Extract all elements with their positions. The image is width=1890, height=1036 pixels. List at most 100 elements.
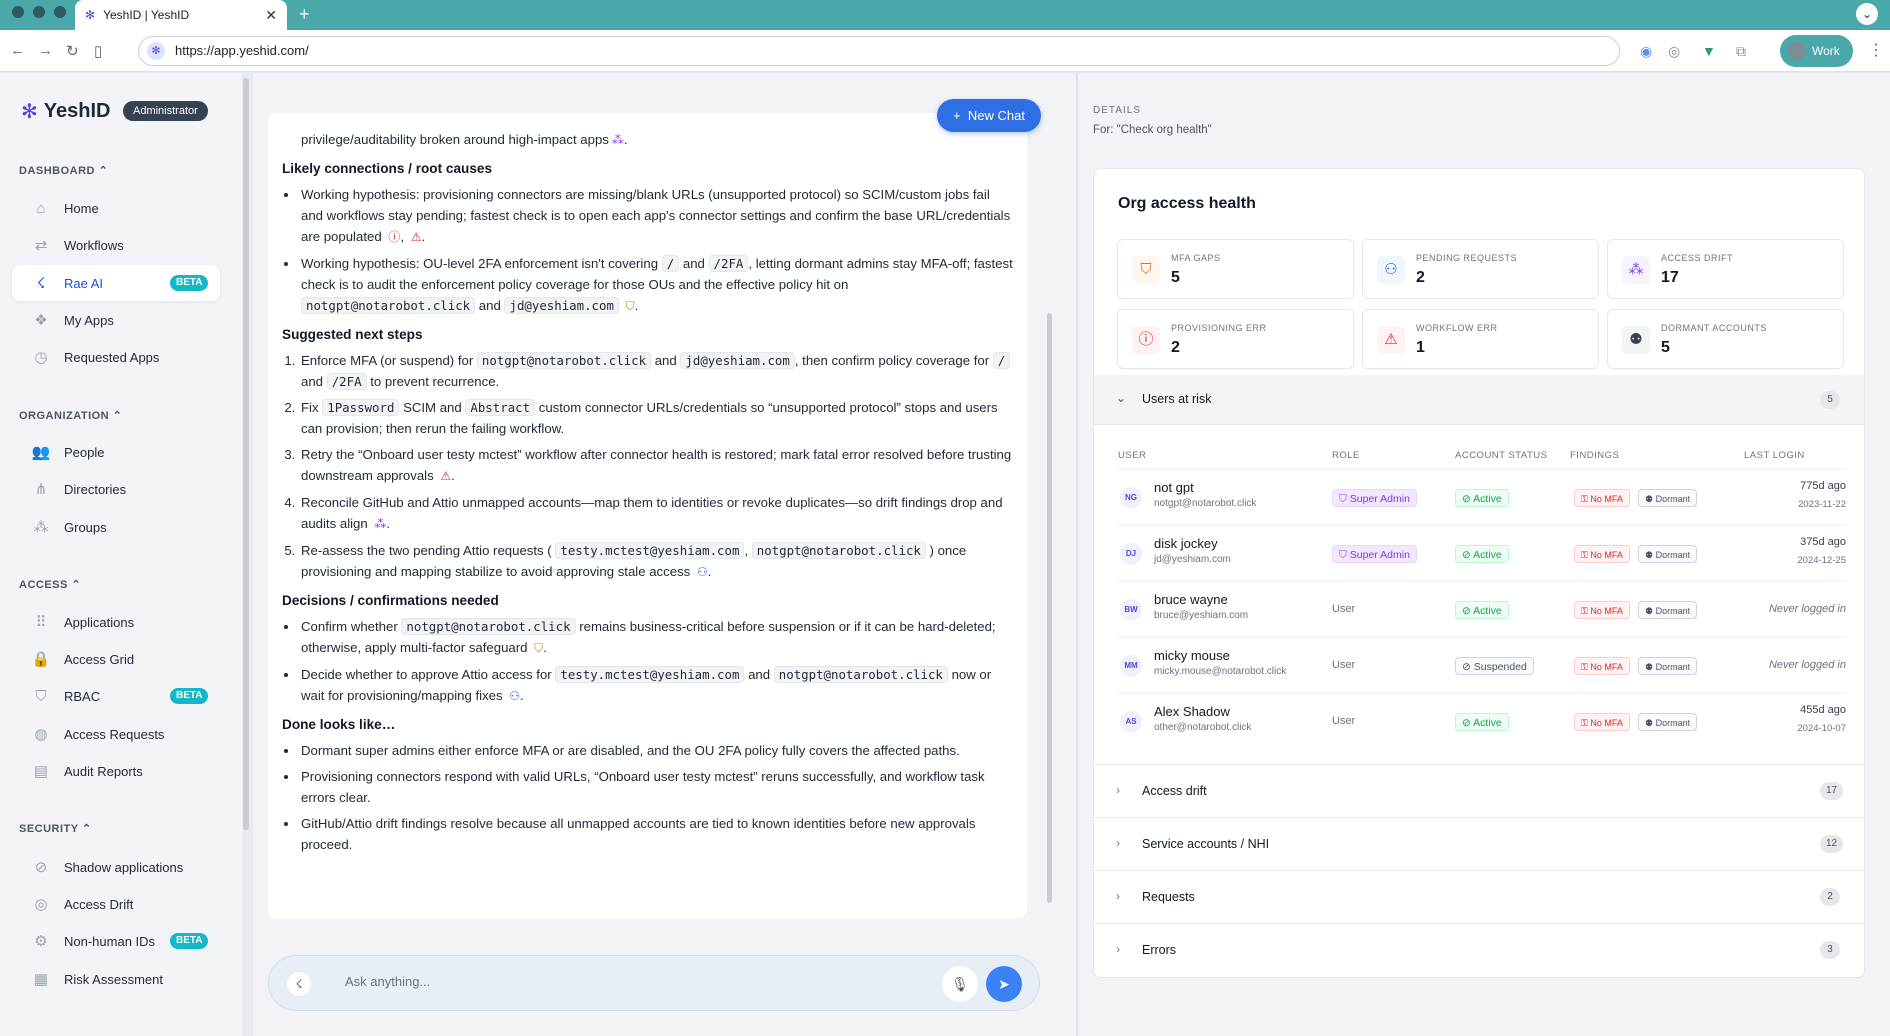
sidebar-item-audit-reports[interactable]: ▤ Audit Reports [12, 753, 220, 789]
finding-badge: ⚿ No MFA [1574, 601, 1630, 619]
home-icon: ⌂ [36, 199, 46, 217]
sidebar-item-access-drift[interactable]: ◎ Access Drift [12, 886, 220, 922]
camera-icon[interactable]: ◎ [1668, 43, 1680, 60]
puzzle-icon[interactable]: ⧉ [1736, 43, 1746, 60]
sidebar-item-groups[interactable]: ⁂ Groups [12, 509, 220, 545]
sidebar-item-non-human-ids[interactable]: ⚙ Non-human IDs BETA [12, 923, 220, 959]
finding-badge: ⚿ No MFA [1574, 713, 1630, 731]
finding-badge: ⚿ No MFA [1574, 657, 1630, 675]
stat-mfa-gaps[interactable]: ⛉ MFA GAPS 5 [1117, 239, 1354, 299]
avatar: MM [1120, 655, 1142, 677]
table-row[interactable]: AS Alex Shadow other@notarobot.click Use… [1118, 692, 1846, 748]
user-off-icon: ⚉ [1622, 326, 1650, 354]
sidebar-item-applications[interactable]: ⠿ Applications [12, 604, 220, 640]
details-panel: DETAILS For: "Check org health" Org acce… [1078, 73, 1890, 1036]
table-row[interactable]: BW bruce wayne bruce@yeshiam.com User ⊘ … [1118, 580, 1846, 636]
stat-dormant-accounts[interactable]: ⚉ DORMANT ACCOUNTS 5 [1607, 309, 1844, 369]
browser-menu-icon[interactable]: ⋮ [1868, 40, 1884, 60]
back-icon[interactable]: ← [10, 42, 25, 59]
forward-icon[interactable]: → [38, 42, 53, 59]
heading-root-causes: Likely connections / root causes [282, 161, 493, 176]
section-requests[interactable]: › Requests 2 [1094, 870, 1864, 923]
close-tab-icon[interactable]: ✕ [265, 7, 277, 24]
sidebar-item-directories[interactable]: ⋔ Directories [12, 471, 220, 507]
new-chat-button[interactable]: + New Chat [937, 99, 1041, 132]
finding-badge: ⚉ Dormant [1638, 601, 1698, 619]
sidebar-item-access-grid[interactable]: 🔒 Access Grid [12, 641, 220, 677]
lock-icon: 🔒 [31, 651, 51, 668]
minimize-window-icon[interactable] [33, 6, 45, 18]
section-errors[interactable]: › Errors 3 [1094, 923, 1864, 976]
new-tab-icon[interactable]: + [299, 4, 310, 25]
chat-input[interactable]: Ask anything... [345, 974, 430, 989]
reload-icon[interactable]: ↻ [66, 42, 79, 60]
section-service-accounts[interactable]: › Service accounts / NHI 12 [1094, 817, 1864, 870]
list-item: Dormant super admins either enforce MFA … [299, 740, 1013, 761]
url-field[interactable]: ✻ https://app.yeshid.com/ [138, 36, 1620, 66]
warning-icon: ⚠ [1377, 326, 1405, 354]
status-badge: ⊘ Active [1455, 601, 1509, 619]
check-circle-icon: ⊘ [1462, 717, 1471, 729]
workflow-icon: ⇄ [34, 237, 48, 254]
browser-tab[interactable]: ✻ YeshID | YeshID ✕ [75, 0, 287, 30]
user-off-icon: ⚉ [1645, 718, 1654, 728]
error-icon: ⓘ [1132, 326, 1160, 354]
lock-icon: ⚿ [1581, 718, 1588, 728]
sidebar-item-workflows[interactable]: ⇄ Workflows [12, 227, 220, 263]
logo[interactable]: ✻ YeshID [21, 99, 110, 124]
list-item: Reconcile GitHub and Attio unmapped acco… [299, 492, 1013, 535]
window-controls[interactable] [12, 6, 66, 18]
sidebar-item-access-requests[interactable]: ◍ Access Requests [12, 716, 220, 752]
table-row[interactable]: DJ disk jockey jd@yeshiam.com ⛉ Super Ad… [1118, 524, 1846, 580]
stat-pending-requests[interactable]: ⚇ PENDING REQUESTS 2 [1362, 239, 1599, 299]
list-item: Re-assess the two pending Attio requests… [299, 540, 1013, 583]
stat-access-drift[interactable]: ⁂ ACCESS DRIFT 17 [1607, 239, 1844, 299]
clock-icon: ◷ [34, 349, 48, 366]
maximize-window-icon[interactable] [54, 6, 66, 18]
sidebar-item-rae-ai[interactable]: ☇ Rae AI BETA [12, 265, 220, 301]
profile-button[interactable]: Work [1780, 35, 1853, 67]
apps-icon: ❖ [34, 312, 48, 329]
sidebar-item-requested-apps[interactable]: ◷ Requested Apps [12, 339, 220, 375]
beta-badge: BETA [170, 275, 209, 291]
sidebar-toggle-icon[interactable]: ▯ [94, 42, 102, 60]
table-row[interactable]: MM micky mouse micky.mouse@notarobot.cli… [1118, 636, 1846, 692]
sidebar-scrollbar[interactable] [243, 78, 249, 830]
column-header: LAST LOGIN [1744, 450, 1805, 461]
logo-text: YeshID [43, 100, 111, 122]
shield-icon: ⛉ [1339, 493, 1347, 505]
extension-icon[interactable]: ◉ [1640, 43, 1652, 60]
table-row[interactable]: NG not gpt notgpt@notarobot.click ⛉ Supe… [1118, 468, 1846, 524]
details-subtitle: For: "Check org health" [1093, 124, 1212, 136]
org-health-card: Org access health ⛉ MFA GAPS 5 ⚇ PENDING RE… [1093, 168, 1865, 978]
users-at-risk-header[interactable]: ⌄ Users at risk 5 [1094, 375, 1864, 425]
sidebar-item-rbac[interactable]: ⛉ RBAC BETA [12, 678, 220, 714]
chat-scrollbar[interactable] [1047, 313, 1052, 903]
stat-provisioning-err[interactable]: ⓘ PROVISIONING ERR 2 [1117, 309, 1354, 369]
status-badge: ⊘ Active [1455, 545, 1509, 563]
shield-extension-icon[interactable]: ▼ [1702, 43, 1716, 59]
section-access-drift[interactable]: › Access drift 17 [1094, 764, 1864, 817]
rae-ai-icon[interactable]: ☇ [287, 972, 311, 996]
chevron-down-icon: ⌄ [1116, 391, 1127, 405]
send-button[interactable]: ➤ [986, 966, 1022, 1002]
section-access[interactable]: ACCESS ⌃ [19, 578, 81, 591]
sidebar-item-risk-assessment[interactable]: ▦ Risk Assessment [12, 961, 220, 997]
section-organization[interactable]: ORGANIZATION ⌃ [19, 409, 122, 422]
section-dashboard[interactable]: DASHBOARD ⌃ [19, 164, 108, 177]
stat-workflow-err[interactable]: ⚠ WORKFLOW ERR 1 [1362, 309, 1599, 369]
profile-label: Work [1812, 44, 1840, 58]
sidebar-item-people[interactable]: 👥 People [12, 434, 220, 470]
close-window-icon[interactable] [12, 6, 24, 18]
site-info-icon[interactable]: ✻ [147, 42, 165, 60]
chevron-down-icon[interactable]: ⌄ [1856, 3, 1878, 25]
microphone-icon[interactable]: 🎙 [942, 966, 978, 1002]
sidebar-item-my-apps[interactable]: ❖ My Apps [12, 302, 220, 338]
chevron-right-icon: › [1116, 942, 1120, 956]
sidebar-item-shadow-applications[interactable]: ⊘ Shadow applications [12, 849, 220, 885]
sidebar-item-home[interactable]: ⌂ Home [12, 190, 220, 226]
error-icon: ⓘ [388, 230, 401, 244]
role-badge: Administrator [123, 101, 208, 121]
section-security[interactable]: SECURITY ⌃ [19, 822, 92, 835]
chevron-right-icon: › [1116, 783, 1120, 797]
